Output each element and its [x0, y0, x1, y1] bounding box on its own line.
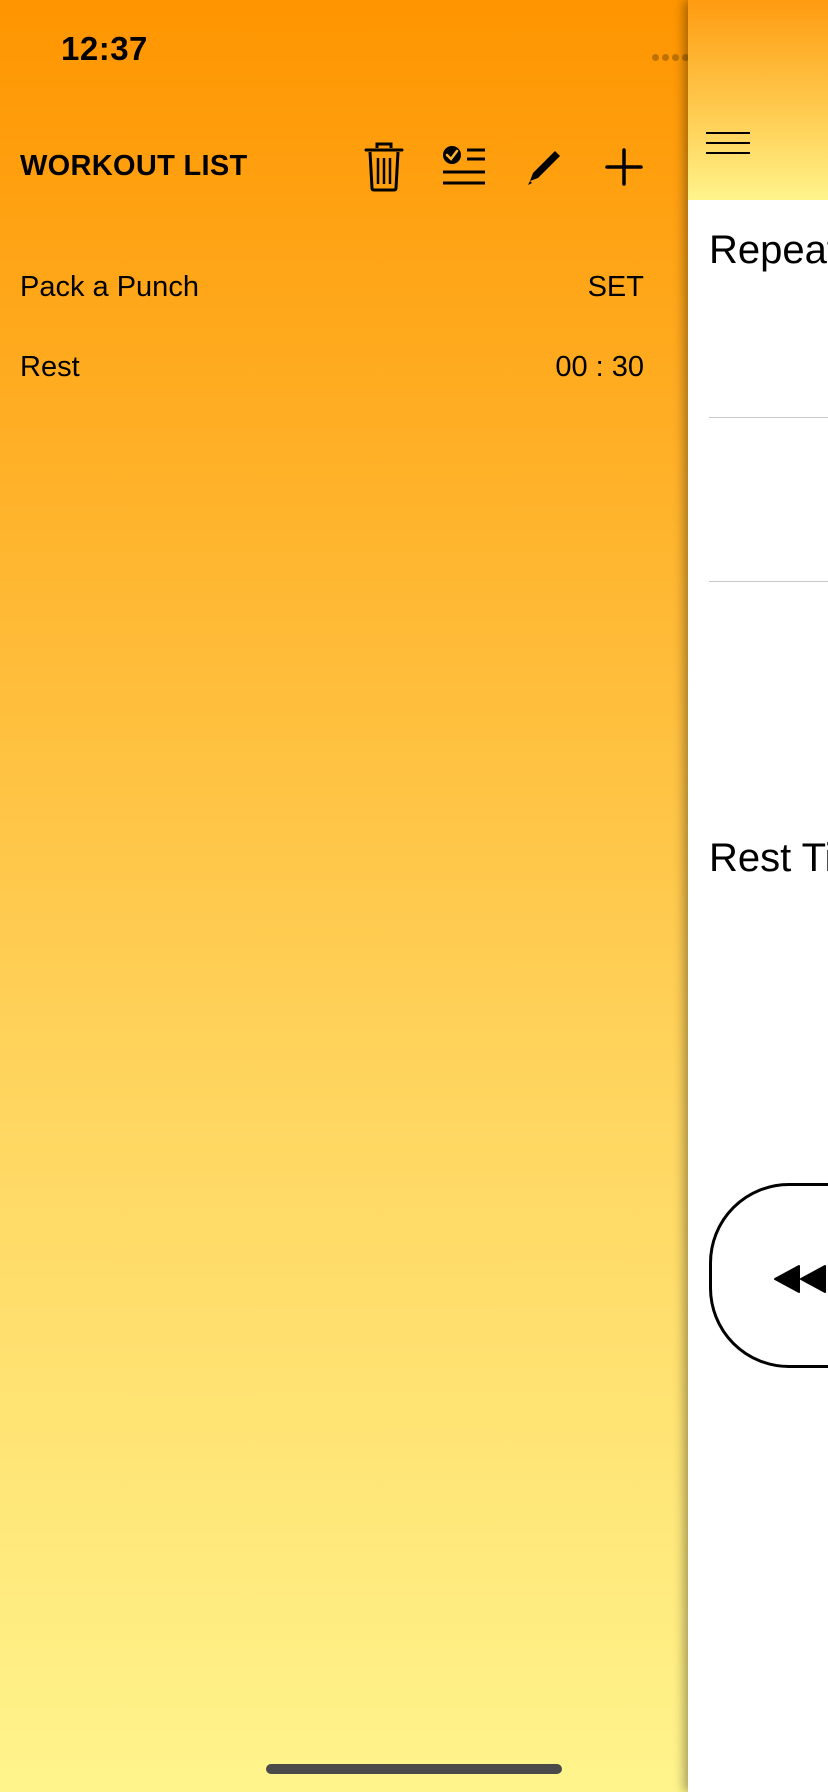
add-button[interactable] [597, 140, 651, 194]
status-bar-time: 12:37 [61, 30, 148, 67]
workout-name: Pack a Punch [20, 270, 199, 303]
select-button[interactable] [437, 140, 491, 194]
divider [709, 417, 828, 418]
workout-value: 00 : 30 [555, 350, 644, 383]
repeat-label: Repeat [709, 228, 828, 272]
list-item[interactable]: Pack a Punch SET [20, 257, 644, 317]
home-indicator [266, 1764, 562, 1774]
hamburger-menu-icon[interactable] [706, 128, 756, 162]
workout-value: SET [587, 270, 644, 303]
plus-icon [605, 148, 643, 186]
divider [709, 581, 828, 582]
list-item[interactable]: Rest 00 : 30 [20, 337, 644, 397]
signal-dots-icon [652, 54, 690, 62]
rewind-icon [774, 1265, 826, 1293]
checklist-icon [443, 146, 485, 185]
workout-name: Rest [20, 350, 80, 383]
pencil-icon [528, 151, 560, 185]
trash-icon [364, 142, 404, 192]
main-panel: Repeat Rest Ti [688, 0, 828, 1792]
drawer-title: WORKOUT LIST [20, 150, 248, 182]
main-header [688, 0, 828, 200]
delete-button[interactable] [357, 140, 411, 194]
rewind-button[interactable] [709, 1183, 828, 1368]
edit-button[interactable] [517, 140, 571, 194]
rest-time-label: Rest Ti [709, 836, 828, 880]
